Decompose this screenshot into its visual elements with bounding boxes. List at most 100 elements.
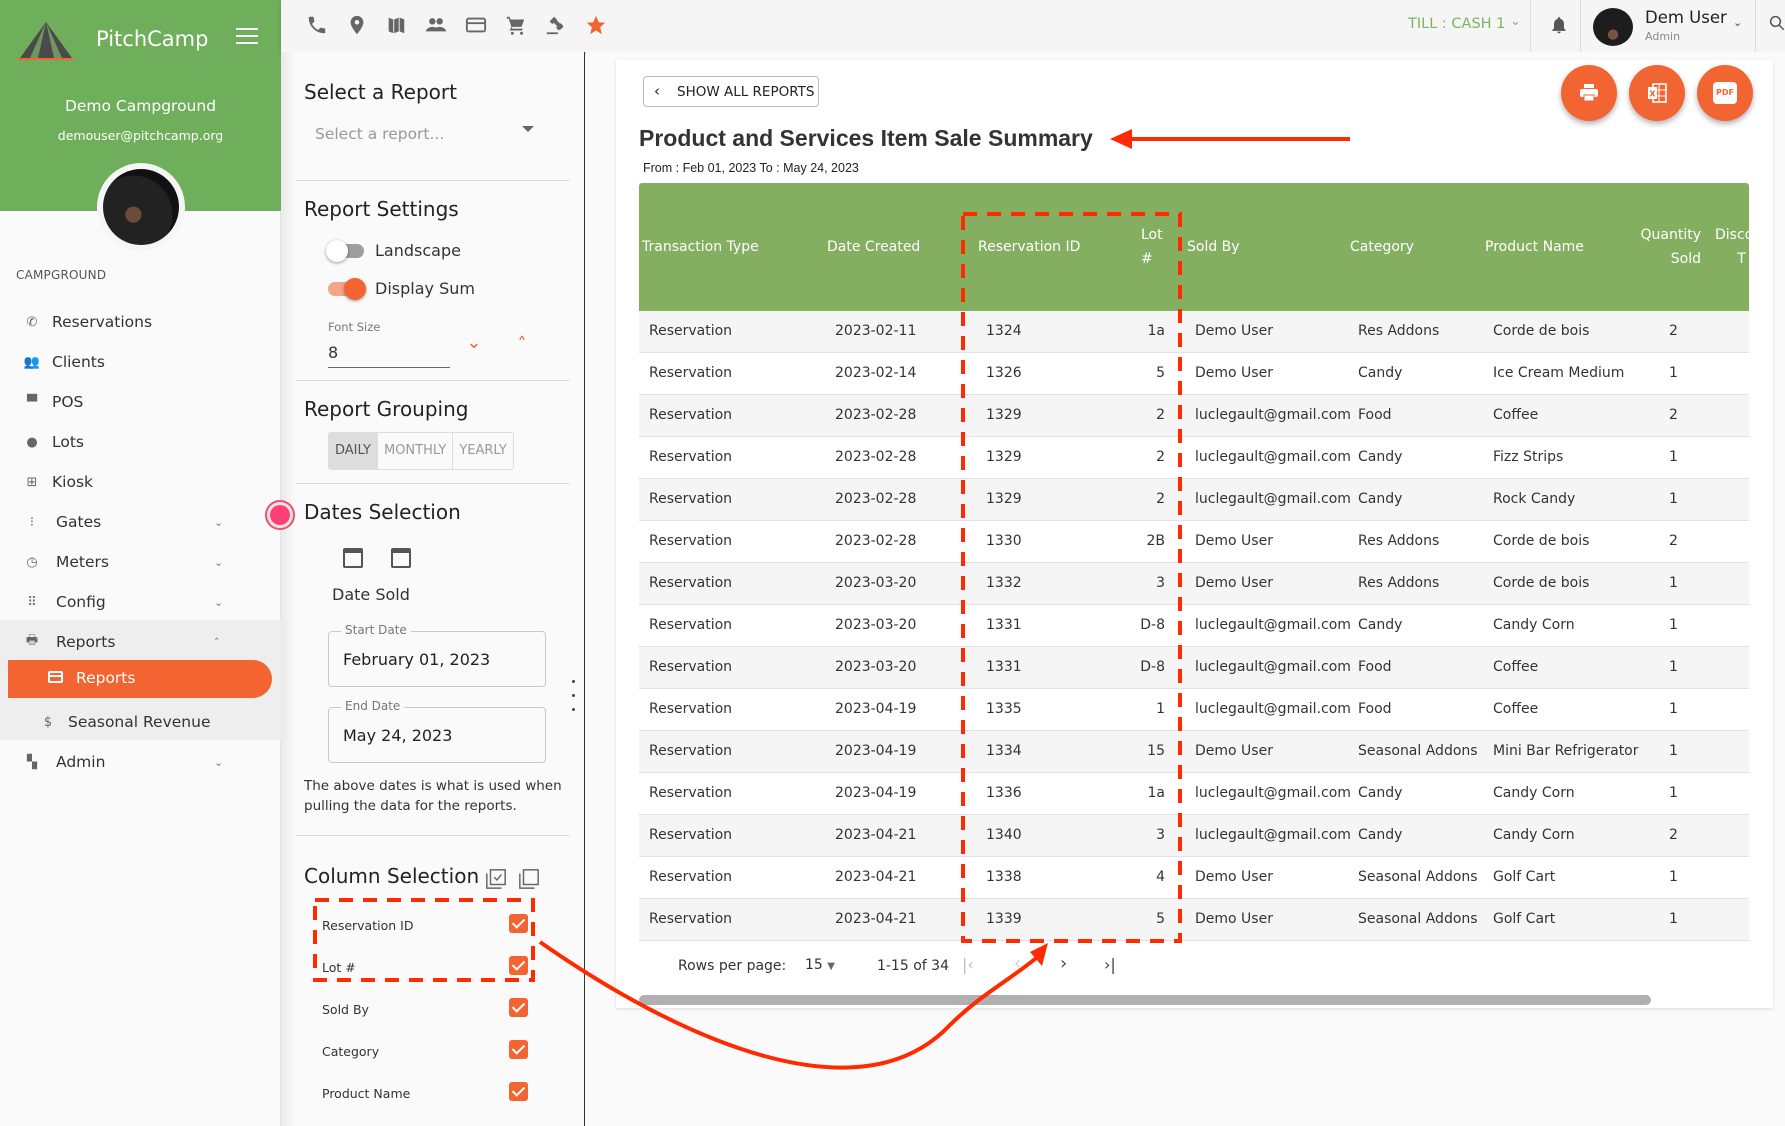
map-icon[interactable] (385, 14, 407, 36)
column-header[interactable]: Transaction Type (642, 235, 759, 259)
calendar-range-icon[interactable] (391, 548, 411, 568)
checkbox-checked[interactable] (509, 1040, 528, 1059)
column-option[interactable]: Reservation ID (322, 912, 532, 942)
table-row[interactable]: Reservation 2023-03-20 1331 D-8 luclegault@g… (639, 605, 1749, 647)
checkbox-checked[interactable] (509, 1082, 528, 1101)
table-cell: Candy Corn (1493, 827, 1575, 843)
column-header[interactable]: Product Name (1485, 235, 1584, 259)
decrease-font-chevron-down-icon[interactable]: ⌄ (462, 332, 486, 356)
table-row[interactable]: Reservation 2023-04-21 1340 3 luclegault@gma… (639, 815, 1749, 857)
table-cell: Candy Corn (1493, 617, 1575, 633)
table-cell: 2023-02-28 (835, 491, 917, 507)
table-row[interactable]: Reservation 2023-02-28 1329 2 luclegault@gma… (639, 437, 1749, 479)
column-option[interactable]: Product Name (322, 1080, 532, 1110)
table-cell: 1340 (986, 827, 1022, 843)
first-page-icon[interactable]: |‹ (962, 955, 974, 974)
column-option-label: Sold By (322, 1002, 369, 1017)
phone-icon[interactable] (306, 14, 328, 36)
landscape-toggle[interactable] (326, 240, 364, 262)
table-row[interactable]: Reservation 2023-04-19 1334 15 Demo User Seas… (639, 731, 1749, 773)
print-button[interactable] (1561, 65, 1617, 121)
export-pdf-button[interactable]: PDF (1697, 65, 1753, 121)
chevron-down-icon[interactable]: ⌄ (1510, 14, 1521, 29)
column-option[interactable]: Sold By (322, 996, 532, 1026)
star-icon[interactable] (585, 14, 607, 36)
table-row[interactable]: Reservation 2023-04-19 1335 1 luclegault@gma… (639, 689, 1749, 731)
prev-page-icon[interactable]: ‹ (1014, 953, 1021, 974)
chevron-down-icon[interactable]: ⌄ (1733, 16, 1742, 29)
table-row[interactable]: Reservation 2023-04-21 1339 5 Demo User Seaso… (639, 899, 1749, 941)
sidebar-item-reports-active[interactable]: Reports (8, 660, 272, 698)
checkbox-checked[interactable] (509, 956, 528, 975)
table-cell: 1335 (986, 701, 1022, 717)
increase-font-chevron-up-icon[interactable]: ˄ (510, 334, 534, 358)
calendar-today-icon[interactable] (343, 548, 363, 568)
report-table: Transaction Type Date Created Reservatio… (639, 183, 1749, 993)
sidebar-item-reports[interactable]: 🖶 Reports ˄ (0, 622, 281, 662)
column-header[interactable]: Quantity Sold (1637, 223, 1702, 271)
bell-icon[interactable] (1549, 14, 1569, 36)
table-row[interactable]: Reservation 2023-04-19 1336 1a luclegault@gm… (639, 773, 1749, 815)
column-option[interactable]: Category (322, 1038, 532, 1068)
table-row[interactable]: Reservation 2023-02-28 1329 2 luclegault@gma… (639, 395, 1749, 437)
sidebar-item-seasonal-revenue[interactable]: $ Seasonal Revenue (0, 702, 281, 742)
sidebar-item-lots[interactable]: ● Lots (0, 422, 281, 462)
select-all-icon[interactable] (485, 868, 507, 890)
panel-shadow (281, 52, 295, 1126)
end-date-field[interactable]: End Date May 24, 2023 (328, 699, 546, 763)
gavel-icon[interactable] (545, 14, 567, 36)
table-row[interactable]: Reservation 2023-02-11 1324 1a Demo User Res … (639, 311, 1749, 353)
report-select[interactable]: Select a report... (304, 118, 534, 154)
last-page-icon[interactable]: ›| (1104, 955, 1116, 974)
people-icon[interactable] (425, 14, 447, 36)
sidebar-item-reservations[interactable]: ✆ Reservations (0, 302, 281, 342)
column-option[interactable]: Lot # (322, 954, 532, 984)
export-excel-button[interactable]: X (1629, 65, 1685, 121)
rows-per-page-select[interactable]: 15 ▼ (805, 957, 835, 973)
sidebar-item-config[interactable]: ⠿ Config ⌄ (0, 582, 281, 622)
cart-icon[interactable] (505, 14, 527, 36)
column-header[interactable]: Disco T (1715, 223, 1749, 271)
start-date-field[interactable]: Start Date February 01, 2023 (328, 623, 546, 687)
checkbox-checked[interactable] (509, 998, 528, 1017)
hamburger-menu-icon[interactable] (236, 28, 258, 44)
user-name[interactable]: Dem User (1645, 8, 1727, 27)
sidebar-avatar[interactable] (97, 163, 185, 251)
location-pin-icon[interactable] (346, 14, 368, 36)
sidebar-item-clients[interactable]: 👥 Clients (0, 342, 281, 382)
table-row[interactable]: Reservation 2023-03-20 1332 3 Demo User Res A… (639, 563, 1749, 605)
checkbox-checked[interactable] (509, 914, 528, 933)
table-row[interactable]: Reservation 2023-02-14 1326 5 Demo User Candy… (639, 353, 1749, 395)
column-header[interactable]: Lot # (1141, 223, 1163, 271)
user-avatar[interactable] (1593, 8, 1633, 46)
display-sum-toggle[interactable] (328, 278, 366, 300)
column-header[interactable]: Category (1350, 235, 1414, 259)
table-cell: 2023-04-21 (835, 869, 917, 885)
table-row[interactable]: Reservation 2023-04-21 1338 4 Demo User Seaso… (639, 857, 1749, 899)
till-selector[interactable]: TILL : CASH 1 (1408, 16, 1505, 32)
sidebar-item-meters[interactable]: ◷ Meters ⌄ (0, 542, 281, 582)
sidebar-item-pos[interactable]: ▀ POS (0, 382, 281, 422)
column-header[interactable]: Sold By (1187, 235, 1240, 259)
deselect-all-icon[interactable] (518, 868, 540, 890)
show-all-reports-button[interactable]: ‹ SHOW ALL REPORTS (643, 76, 819, 107)
sidebar-item-admin[interactable]: ▚ Admin ⌄ (0, 742, 281, 782)
next-page-icon[interactable]: › (1060, 953, 1067, 974)
sidebar-item-gates[interactable]: ⁝ Gates ⌄ (0, 502, 281, 542)
table-cell: Corde de bois (1493, 323, 1590, 339)
credit-card-icon[interactable] (465, 14, 487, 36)
grouping-monthly-button[interactable]: MONTHLY (378, 433, 454, 469)
column-header[interactable]: Reservation ID (978, 235, 1080, 259)
table-row[interactable]: Reservation 2023-02-28 1329 2 luclegault@gma… (639, 479, 1749, 521)
horizontal-scrollbar[interactable] (639, 995, 1651, 1005)
column-header[interactable]: Date Created (827, 235, 920, 259)
sidebar-item-kiosk[interactable]: ⊞ Kiosk (0, 462, 281, 502)
resize-handle[interactable] (572, 680, 576, 720)
kiosk-icon: ⊞ (26, 474, 38, 490)
grouping-daily-button[interactable]: DAILY (329, 433, 378, 469)
grouping-yearly-button[interactable]: YEARLY (453, 433, 513, 469)
search-icon[interactable] (1768, 12, 1785, 34)
table-row[interactable]: Reservation 2023-03-20 1331 D-8 luclegault@g… (639, 647, 1749, 689)
font-size-input[interactable]: 8 (328, 338, 450, 368)
table-row[interactable]: Reservation 2023-02-28 1330 2B Demo User Res … (639, 521, 1749, 563)
